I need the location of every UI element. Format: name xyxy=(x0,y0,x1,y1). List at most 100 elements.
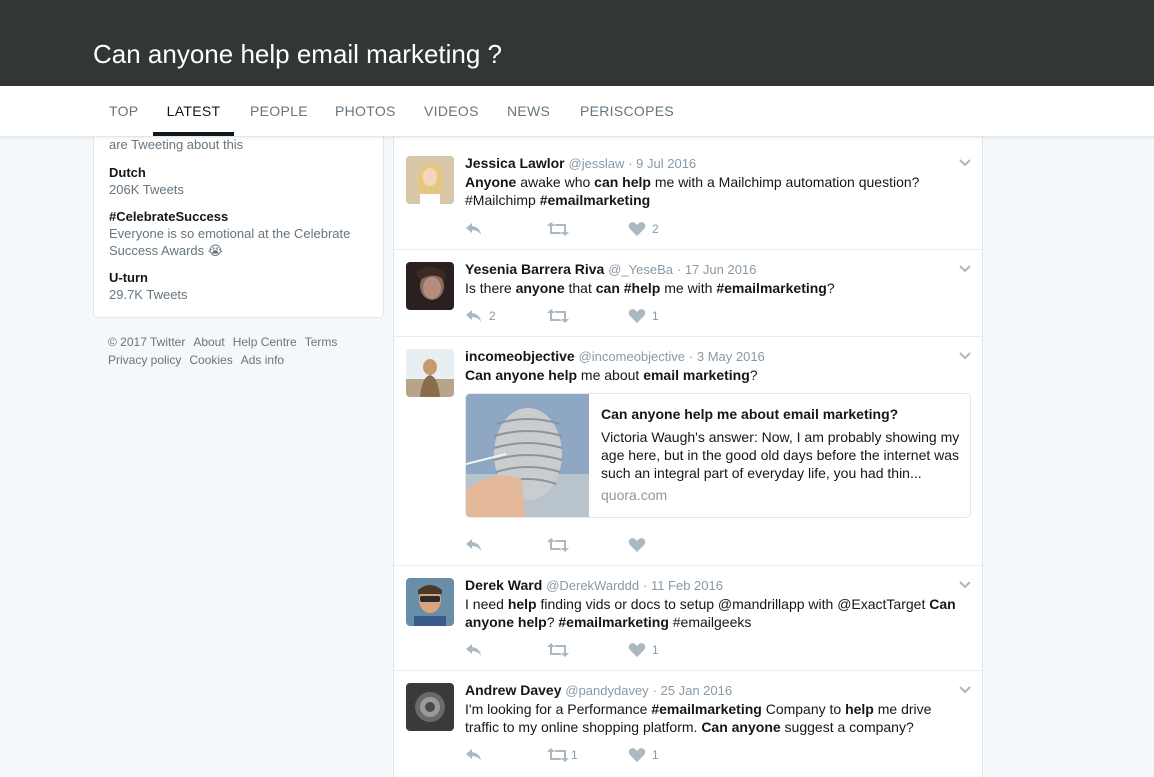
avatar[interactable] xyxy=(406,683,454,731)
tweet-text: Can anyone help me about email marketing… xyxy=(465,367,758,383)
tweet-date[interactable]: · 3 May 2016 xyxy=(689,349,765,364)
tweet-author-handle[interactable]: @jesslaw xyxy=(569,156,625,171)
avatar[interactable] xyxy=(406,578,454,626)
retweet-icon xyxy=(547,538,569,552)
chevron-down-icon[interactable] xyxy=(958,158,972,168)
timeline: Jessica Lawlor @jesslaw · 9 Jul 2016 Any… xyxy=(393,136,983,777)
tab-news[interactable]: NEWS xyxy=(507,86,550,136)
trend-item[interactable]: U-turn 29.7K Tweets xyxy=(109,269,369,303)
retweet-icon xyxy=(547,643,569,657)
tweet-actions: 2 xyxy=(465,220,765,238)
retweet-icon xyxy=(547,309,569,323)
tweet-text: Is there anyone that can #help me with #… xyxy=(465,280,835,296)
tweet-date[interactable]: · 9 Jul 2016 xyxy=(628,156,696,171)
card-description: Victoria Waugh's answer: Now, I am proba… xyxy=(601,429,960,481)
tab-videos[interactable]: VIDEOS xyxy=(424,86,478,136)
footer-link-terms[interactable]: Terms xyxy=(305,335,338,349)
tweet-author-handle[interactable]: @DerekWarddd xyxy=(546,578,639,593)
retweet-icon xyxy=(547,748,569,762)
tweet[interactable]: Derek Ward @DerekWarddd · 11 Feb 2016 I … xyxy=(394,566,982,671)
reply-count: 2 xyxy=(489,309,496,323)
tweet[interactable]: Yesenia Barrera Riva @_YeseBa · 17 Jun 2… xyxy=(394,250,982,337)
retweet-icon xyxy=(547,222,569,236)
tweet-author-handle[interactable]: @pandydavey xyxy=(565,683,648,698)
search-header: Can anyone help email marketing ? xyxy=(0,0,1154,86)
search-nav: TOP LATEST PEOPLE PHOTOS VIDEOS NEWS PER… xyxy=(0,86,1154,137)
tweet[interactable]: Andrew Davey @pandydavey · 25 Jan 2016 I… xyxy=(394,671,982,777)
footer-link-privacy[interactable]: Privacy policy xyxy=(108,353,181,367)
reply-icon xyxy=(466,749,481,761)
tweet-author-name[interactable]: Jessica Lawlor xyxy=(465,155,565,171)
trend-item[interactable]: Dutch 206K Tweets xyxy=(109,164,369,198)
chevron-down-icon[interactable] xyxy=(958,351,972,361)
tweet-author-name[interactable]: Derek Ward xyxy=(465,577,542,593)
retweet-count: 1 xyxy=(571,748,578,762)
tweet-author-handle[interactable]: @incomeobjective xyxy=(579,349,685,364)
reply-icon xyxy=(466,644,481,656)
tweet-actions xyxy=(465,536,765,554)
like-count: 2 xyxy=(652,222,659,236)
trend-name: U-turn xyxy=(109,270,148,285)
tab-top[interactable]: TOP xyxy=(109,86,138,136)
chevron-down-icon[interactable] xyxy=(958,685,972,695)
tweet[interactable]: Jessica Lawlor @jesslaw · 9 Jul 2016 Any… xyxy=(394,136,982,250)
reply-icon xyxy=(466,539,481,551)
like-count: 1 xyxy=(652,309,659,323)
tweet-text: I need help finding vids or docs to setu… xyxy=(465,596,956,630)
tweet-text: Anyone awake who can help me with a Mail… xyxy=(465,174,920,208)
tweet-author-name[interactable]: incomeobjective xyxy=(465,348,575,364)
tweet-actions: 1 1 xyxy=(465,746,765,764)
footer-link-help-centre[interactable]: Help Centre xyxy=(233,335,297,349)
card-title: Can anyone help me about email marketing… xyxy=(601,406,899,422)
tweet-author-name[interactable]: Andrew Davey xyxy=(465,682,561,698)
footer-link-ads-info[interactable]: Ads info xyxy=(241,353,284,367)
tweet-header: Derek Ward @DerekWarddd · 11 Feb 2016 xyxy=(465,576,723,595)
trend-meta: are Tweeting about this xyxy=(109,137,244,152)
tweet-author-handle[interactable]: @_YeseBa xyxy=(608,262,673,277)
tweet-header: Andrew Davey @pandydavey · 25 Jan 2016 xyxy=(465,681,732,700)
trend-meta: 29.7K Tweets xyxy=(109,287,188,302)
tweet[interactable]: incomeobjective @incomeobjective · 3 May… xyxy=(394,337,982,566)
tweet-text: I'm looking for a Performance #emailmark… xyxy=(465,701,932,735)
search-title: Can anyone help email marketing ? xyxy=(93,39,503,69)
trend-item[interactable]: #CelebrateSuccess Everyone is so emotion… xyxy=(109,208,364,259)
footer-link-cookies[interactable]: Cookies xyxy=(189,353,232,367)
avatar[interactable] xyxy=(406,156,454,204)
card-image xyxy=(466,394,589,517)
tweet-date[interactable]: · 11 Feb 2016 xyxy=(643,578,723,593)
footer-copyright: © 2017 Twitter xyxy=(108,335,186,349)
avatar[interactable] xyxy=(406,262,454,310)
footer-links: © 2017 Twitter About Help Centre Terms Priv… xyxy=(108,333,378,369)
heart-icon xyxy=(628,309,646,323)
trends-card: are Tweeting about this Dutch 206K Tweet… xyxy=(93,124,384,318)
heart-icon xyxy=(628,538,646,552)
tweet-date[interactable]: · 17 Jun 2016 xyxy=(677,262,757,277)
card-domain: quora.com xyxy=(601,487,668,503)
trend-meta: Everyone is so emotional at the Celebrat… xyxy=(109,226,351,258)
footer-link-about[interactable]: About xyxy=(193,335,224,349)
tab-photos[interactable]: PHOTOS xyxy=(335,86,395,136)
tweet-date[interactable]: · 25 Jan 2016 xyxy=(653,683,733,698)
tweet-actions: 1 xyxy=(465,641,765,659)
trend-name: Dutch xyxy=(109,165,146,180)
tab-periscopes[interactable]: PERISCOPES xyxy=(580,86,674,136)
chevron-down-icon[interactable] xyxy=(958,264,972,274)
active-tab-indicator xyxy=(153,132,234,136)
like-count: 1 xyxy=(652,643,659,657)
like-count: 1 xyxy=(652,748,659,762)
tweet-header: incomeobjective @incomeobjective · 3 May… xyxy=(465,347,765,366)
chevron-down-icon[interactable] xyxy=(958,580,972,590)
heart-icon xyxy=(628,222,646,236)
heart-icon xyxy=(628,643,646,657)
reply-icon xyxy=(466,223,481,235)
reply-icon xyxy=(466,310,481,322)
tab-latest[interactable]: LATEST xyxy=(153,86,234,136)
heart-icon xyxy=(628,748,646,762)
avatar[interactable] xyxy=(406,349,454,397)
tweet-header: Yesenia Barrera Riva @_YeseBa · 17 Jun 2… xyxy=(465,260,756,279)
tweet-header: Jessica Lawlor @jesslaw · 9 Jul 2016 xyxy=(465,154,696,173)
link-card[interactable]: Can anyone help me about email marketing… xyxy=(465,393,971,518)
tab-people[interactable]: PEOPLE xyxy=(250,86,308,136)
trend-name: #CelebrateSuccess xyxy=(109,209,229,224)
tweet-author-name[interactable]: Yesenia Barrera Riva xyxy=(465,261,604,277)
